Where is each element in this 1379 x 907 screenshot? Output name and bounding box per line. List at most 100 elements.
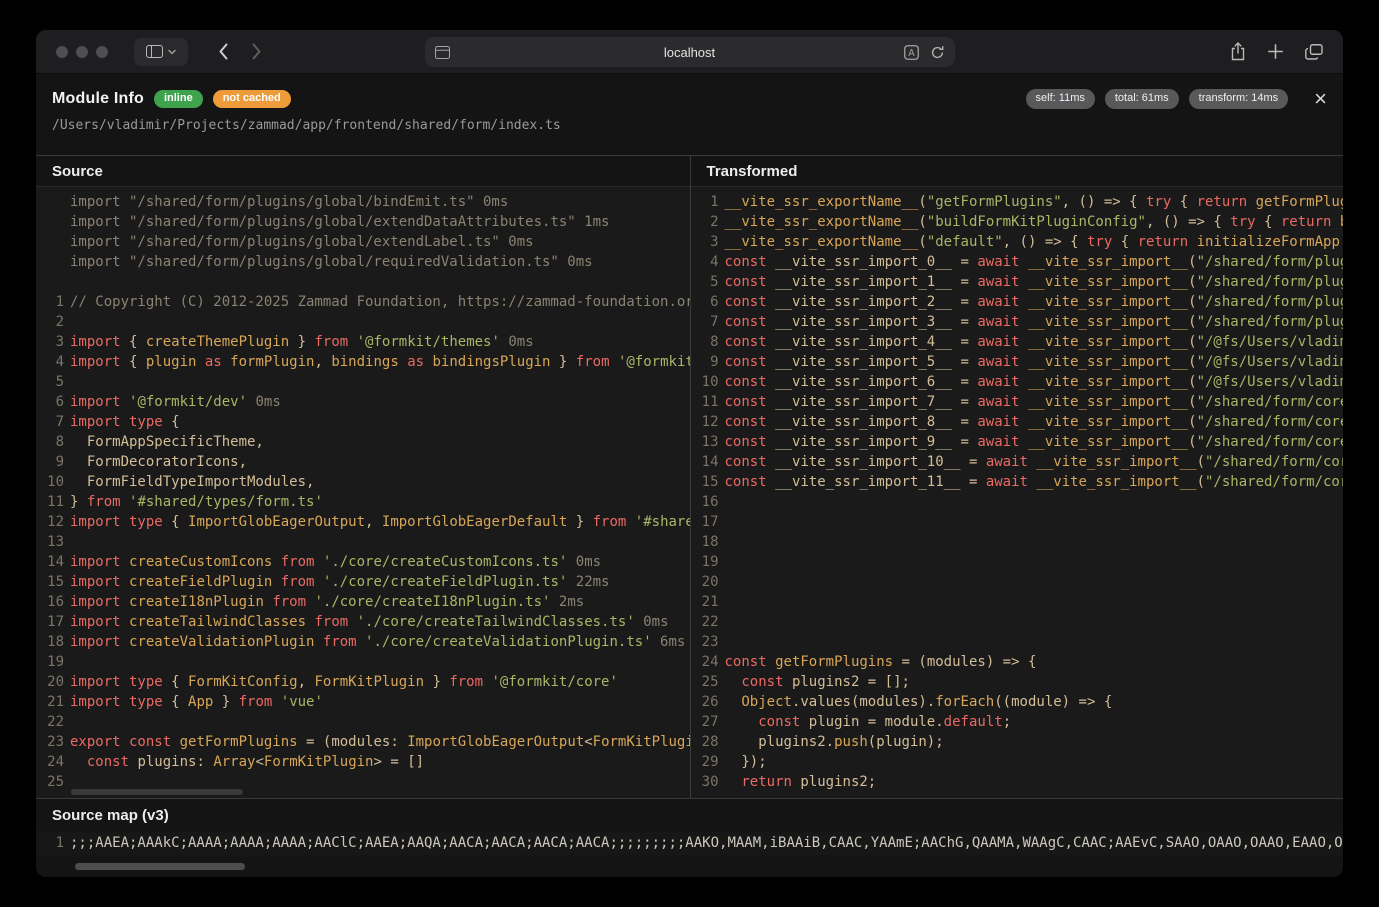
code-line: 10const __vite_ssr_import_6__ = await __… xyxy=(695,372,1344,392)
code-line: 30 return plugins2; xyxy=(695,772,1344,792)
code-line: 3import { createThemePlugin } from '@for… xyxy=(40,332,690,352)
code-line: 18import createValidationPlugin from './… xyxy=(40,632,690,652)
title-row: Module Info inline not cached self: 11ms… xyxy=(52,89,1327,109)
cache-status-badge: not cached xyxy=(213,90,291,108)
code-line: 25 const plugins2 = []; xyxy=(695,672,1344,692)
module-path: /Users/vladimir/Projects/zammad/app/fron… xyxy=(52,118,1327,133)
total-time-badge: total: 61ms xyxy=(1105,89,1179,109)
code-line: 17import createTailwindClasses from './c… xyxy=(40,612,690,632)
code-line: 16 xyxy=(695,492,1344,512)
source-panel: Source import "/shared/form/plugins/glob… xyxy=(36,156,690,798)
code-line: 20import type { FormKitConfig, FormKitPl… xyxy=(40,672,690,692)
url-text: localhost xyxy=(425,45,955,60)
code-line: 19 xyxy=(695,552,1344,572)
code-line: 21 xyxy=(695,592,1344,612)
close-icon[interactable]: × xyxy=(1314,91,1327,107)
page-settings-icon[interactable] xyxy=(435,46,450,59)
code-line: 5const __vite_ssr_import_1__ = await __v… xyxy=(695,272,1344,292)
code-line: 4import { plugin as formPlugin, bindings… xyxy=(40,352,690,372)
code-line: 20 xyxy=(695,572,1344,592)
window-close-button[interactable] xyxy=(56,46,68,58)
code-line: import "/shared/form/plugins/global/exte… xyxy=(40,212,690,232)
code-line: 9 FormDecoratorIcons, xyxy=(40,452,690,472)
sourcemap-title: Source map (v3) xyxy=(36,799,1343,831)
code-panels: Source import "/shared/form/plugins/glob… xyxy=(36,155,1343,798)
code-line: import "/shared/form/plugins/global/exte… xyxy=(40,232,690,252)
code-line: 24const getFormPlugins = (modules) => { xyxy=(695,652,1344,672)
code-line: 22 xyxy=(40,712,690,732)
horizontal-scrollbar[interactable] xyxy=(75,863,245,870)
code-line: 21import type { App } from 'vue' xyxy=(40,692,690,712)
code-line: 8 FormAppSpecificTheme, xyxy=(40,432,690,452)
nav-buttons xyxy=(218,43,262,60)
inline-badge: inline xyxy=(154,90,203,108)
source-code-editor[interactable]: import "/shared/form/plugins/global/bind… xyxy=(36,187,690,798)
code-line: 14const __vite_ssr_import_10__ = await _… xyxy=(695,452,1344,472)
window-minimize-button[interactable] xyxy=(76,46,88,58)
code-line: 2__vite_ssr_exportName__("buildFormKitPl… xyxy=(695,212,1344,232)
source-horizontal-scrollbar[interactable] xyxy=(71,789,243,795)
browser-toolbar: localhost A xyxy=(36,30,1343,74)
code-line: 10 FormFieldTypeImportModules, xyxy=(40,472,690,492)
code-line: 24 const plugins: Array<FormKitPlugin> =… xyxy=(40,752,690,772)
reload-icon[interactable] xyxy=(930,45,945,60)
chevron-down-icon xyxy=(168,49,176,55)
code-line: import "/shared/form/plugins/global/requ… xyxy=(40,252,690,272)
code-line: 14import createCustomIcons from './core/… xyxy=(40,552,690,572)
address-bar[interactable]: localhost A xyxy=(425,37,955,67)
code-line: 13 xyxy=(40,532,690,552)
self-time-badge: self: 11ms xyxy=(1026,89,1095,109)
code-line: 7const __vite_ssr_import_3__ = await __v… xyxy=(695,312,1344,332)
source-panel-title: Source xyxy=(36,156,690,187)
new-tab-icon[interactable] xyxy=(1267,43,1284,60)
code-line: 16import createI18nPlugin from './core/c… xyxy=(40,592,690,612)
traffic-lights xyxy=(52,46,108,58)
transformed-code-editor[interactable]: 1__vite_ssr_exportName__("getFormPlugins… xyxy=(691,187,1344,798)
share-icon[interactable] xyxy=(1230,42,1246,61)
code-line: 1__vite_ssr_exportName__("getFormPlugins… xyxy=(695,192,1344,212)
code-line: 18 xyxy=(695,532,1344,552)
module-info-header: Module Info inline not cached self: 11ms… xyxy=(36,74,1343,155)
code-line: 28 plugins2.push(plugin); xyxy=(695,732,1344,752)
code-line: 5 xyxy=(40,372,690,392)
code-line: 1;;;AAEA;AAAkC;AAAA;AAAA;AAAA;AAClC;AAEA… xyxy=(40,832,1343,854)
toolbar-right-buttons xyxy=(1230,42,1327,61)
code-line: 13const __vite_ssr_import_9__ = await __… xyxy=(695,432,1344,452)
sourcemap-code[interactable]: 1;;;AAEA;AAAkC;AAAA;AAAA;AAAA;AAClC;AAEA… xyxy=(36,831,1343,855)
browser-window: localhost A Module Info xyxy=(36,30,1343,877)
code-line: 26 Object.values(modules).forEach((modul… xyxy=(695,692,1344,712)
code-line: import "/shared/form/plugins/global/bind… xyxy=(40,192,690,212)
code-line: 29 }); xyxy=(695,752,1344,772)
code-line: 23export const getFormPlugins = (modules… xyxy=(40,732,690,752)
code-line: 11const __vite_ssr_import_7__ = await __… xyxy=(695,392,1344,412)
code-line: 23 xyxy=(695,632,1344,652)
code-line: 12import type { ImportGlobEagerOutput, I… xyxy=(40,512,690,532)
page-title: Module Info xyxy=(52,90,144,108)
code-line: 2 xyxy=(40,312,690,332)
sidebar-icon xyxy=(146,45,163,58)
code-line: 4const __vite_ssr_import_0__ = await __v… xyxy=(695,252,1344,272)
code-line: 15import createFieldPlugin from './core/… xyxy=(40,572,690,592)
forward-button[interactable] xyxy=(251,43,262,60)
sourcemap-section: Source map (v3) 1;;;AAEA;AAAkC;AAAA;AAAA… xyxy=(36,798,1343,877)
transformed-panel: Transformed 1__vite_ssr_exportName__("ge… xyxy=(690,156,1344,798)
code-line: 9const __vite_ssr_import_5__ = await __v… xyxy=(695,352,1344,372)
code-line: 17 xyxy=(695,512,1344,532)
code-line: 27 const plugin = module.default; xyxy=(695,712,1344,732)
code-line: 6const __vite_ssr_import_2__ = await __v… xyxy=(695,292,1344,312)
code-line: 3__vite_ssr_exportName__("default", () =… xyxy=(695,232,1344,252)
tab-overview-icon[interactable] xyxy=(1305,44,1323,60)
code-line xyxy=(40,272,690,292)
code-line: 8const __vite_ssr_import_4__ = await __v… xyxy=(695,332,1344,352)
code-line: 6import '@formkit/dev' 0ms xyxy=(40,392,690,412)
code-line: 11} from '#shared/types/form.ts' xyxy=(40,492,690,512)
transformed-panel-title: Transformed xyxy=(691,156,1344,187)
translate-icon[interactable]: A xyxy=(904,45,919,60)
sidebar-toggle-button[interactable] xyxy=(134,38,188,66)
code-line: 12const __vite_ssr_import_8__ = await __… xyxy=(695,412,1344,432)
back-button[interactable] xyxy=(218,43,229,60)
svg-text:A: A xyxy=(908,48,915,59)
code-line: 22 xyxy=(695,612,1344,632)
transform-time-badge: transform: 14ms xyxy=(1189,89,1288,109)
window-zoom-button[interactable] xyxy=(96,46,108,58)
